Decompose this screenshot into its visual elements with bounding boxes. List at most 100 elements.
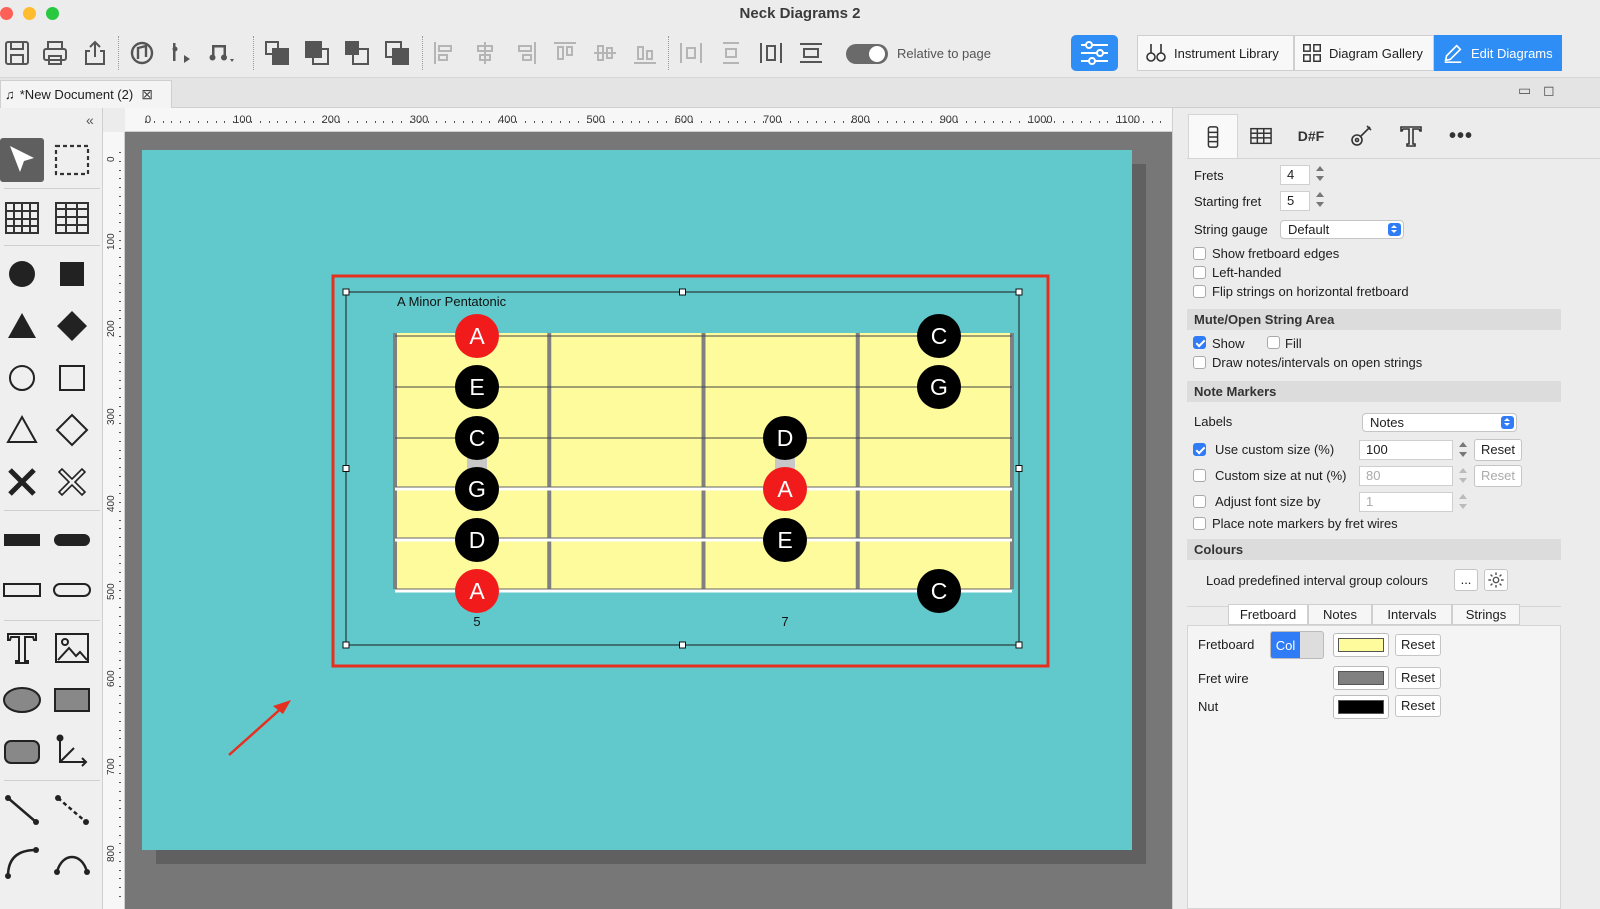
triangle-outline-tool[interactable]	[0, 408, 44, 452]
send-to-back-button[interactable]	[382, 38, 412, 68]
note-marker[interactable]: G	[455, 467, 499, 511]
tab-note-names[interactable]: D#F	[1289, 120, 1333, 152]
note-marker[interactable]: D	[763, 416, 807, 460]
left-handed-checkbox[interactable]	[1193, 266, 1206, 279]
resize-handle[interactable]	[342, 641, 350, 649]
align-top-button[interactable]	[550, 38, 580, 68]
filled-pill-tool[interactable]	[50, 518, 94, 562]
inspector-toggle-button[interactable]	[1071, 35, 1118, 71]
resize-handle[interactable]	[1015, 641, 1023, 649]
starting-fret-input[interactable]: 5	[1280, 191, 1310, 211]
filled-cross-tool[interactable]	[0, 460, 44, 504]
text-tool[interactable]	[0, 626, 44, 670]
colour-tab-intervals[interactable]: Intervals	[1372, 604, 1452, 625]
square-outline-tool[interactable]	[50, 356, 94, 400]
note-marker[interactable]: A	[763, 467, 807, 511]
align-middle-button[interactable]	[590, 38, 620, 68]
tab-text[interactable]	[1389, 120, 1433, 152]
line-tool[interactable]	[0, 788, 44, 832]
custom-size-nut-stepper[interactable]	[1457, 466, 1469, 486]
fretboard-diagram-tool[interactable]	[0, 196, 44, 240]
fretboard-colour-mode-toggle[interactable]: Col	[1270, 631, 1324, 659]
slur-tool[interactable]	[50, 840, 94, 884]
close-window-button[interactable]	[0, 7, 13, 20]
minimize-window-button[interactable]	[23, 7, 36, 20]
tab-more[interactable]: •••	[1439, 120, 1483, 152]
neck-diagram[interactable]: A Minor Pentatonic AECGDADAECGC 5 7	[125, 132, 1172, 909]
filled-square-tool[interactable]	[50, 252, 94, 296]
fretboard-colour-swatch[interactable]	[1333, 633, 1389, 657]
share-button[interactable]	[80, 38, 110, 68]
draw-open-strings-checkbox[interactable]	[1193, 356, 1206, 369]
fret-wire-colour-reset-button[interactable]: Reset	[1395, 667, 1441, 689]
note-marker[interactable]: C	[917, 569, 961, 613]
distribute-v-button[interactable]	[716, 38, 746, 68]
note-marker[interactable]: C	[917, 314, 961, 358]
resize-handle[interactable]	[1015, 288, 1023, 296]
custom-size-stepper[interactable]	[1457, 440, 1469, 460]
frets-stepper[interactable]	[1314, 164, 1326, 184]
use-custom-size-checkbox[interactable]	[1193, 443, 1206, 456]
select-tool[interactable]	[0, 138, 44, 182]
note-marker[interactable]: D	[455, 518, 499, 562]
collapse-panel-icon[interactable]: «	[86, 112, 94, 128]
bring-to-front-button[interactable]	[262, 38, 292, 68]
filled-triangle-tool[interactable]	[0, 304, 44, 348]
marquee-select-tool[interactable]	[50, 138, 94, 182]
tab-fretboard[interactable]	[1188, 114, 1238, 158]
custom-size-nut-input[interactable]: 80	[1359, 466, 1453, 486]
bring-forward-button[interactable]	[302, 38, 332, 68]
fretboard-colour-reset-button[interactable]: Reset	[1395, 634, 1441, 656]
rounded-rect-tool[interactable]	[0, 730, 44, 774]
tab-grid[interactable]	[1239, 120, 1283, 152]
diagram-gallery-button[interactable]: Diagram Gallery	[1294, 35, 1434, 71]
flip-strings-checkbox[interactable]	[1193, 285, 1206, 298]
relative-to-page-toggle[interactable]	[846, 44, 888, 64]
align-center-h-button[interactable]	[470, 38, 500, 68]
distribute-h-button[interactable]	[676, 38, 706, 68]
outline-cross-tool[interactable]	[50, 460, 94, 504]
note-marker[interactable]: E	[455, 365, 499, 409]
colour-tab-strings[interactable]: Strings	[1452, 604, 1520, 625]
filled-circle-tool[interactable]	[0, 252, 44, 296]
filled-diamond-tool[interactable]	[50, 304, 94, 348]
custom-size-nut-reset-button[interactable]: Reset	[1474, 465, 1522, 487]
colour-tab-fretboard[interactable]: Fretboard	[1228, 604, 1308, 625]
minimize-panel-icon[interactable]: ▭	[1518, 82, 1531, 99]
dashed-line-tool[interactable]	[50, 788, 94, 832]
custom-size-nut-checkbox[interactable]	[1193, 469, 1206, 482]
align-left-button[interactable]	[430, 38, 460, 68]
place-by-fret-checkbox[interactable]	[1193, 517, 1206, 530]
colour-settings-button[interactable]	[1484, 569, 1508, 591]
audio-button[interactable]	[127, 38, 157, 68]
zoom-window-button[interactable]	[46, 7, 59, 20]
custom-size-input[interactable]: 100	[1359, 440, 1453, 460]
nut-colour-reset-button[interactable]: Reset	[1395, 695, 1441, 717]
save-button[interactable]	[2, 38, 32, 68]
note-marker[interactable]: C	[455, 416, 499, 460]
adjust-font-input[interactable]: 1	[1359, 492, 1453, 512]
frets-input[interactable]: 4	[1280, 165, 1310, 185]
instrument-library-button[interactable]: Instrument Library	[1137, 35, 1294, 71]
space-evenly-v-button[interactable]	[796, 38, 826, 68]
edit-diagrams-button[interactable]: Edit Diagrams	[1434, 35, 1562, 71]
starting-fret-stepper[interactable]	[1314, 190, 1326, 210]
note-marker[interactable]: E	[763, 518, 807, 562]
fret-wire-colour-swatch[interactable]	[1333, 666, 1389, 690]
rectangle-tool[interactable]	[50, 678, 94, 722]
circle-outline-tool[interactable]	[0, 356, 44, 400]
colour-tab-notes[interactable]: Notes	[1308, 604, 1372, 625]
print-button[interactable]	[40, 38, 70, 68]
resize-handle[interactable]	[1015, 465, 1023, 472]
send-backward-button[interactable]	[342, 38, 372, 68]
nut-colour-swatch[interactable]	[1333, 695, 1389, 719]
adjust-font-checkbox[interactable]	[1193, 495, 1206, 508]
load-predefined-button[interactable]: ...	[1454, 569, 1478, 591]
filled-bar-tool[interactable]	[0, 518, 44, 562]
resize-handle[interactable]	[342, 288, 350, 296]
mute-fill-checkbox[interactable]	[1267, 336, 1280, 349]
show-fretboard-edges-checkbox[interactable]	[1193, 247, 1206, 260]
align-bottom-button[interactable]	[630, 38, 660, 68]
resize-handle[interactable]	[679, 641, 686, 649]
resize-handle[interactable]	[342, 465, 350, 472]
